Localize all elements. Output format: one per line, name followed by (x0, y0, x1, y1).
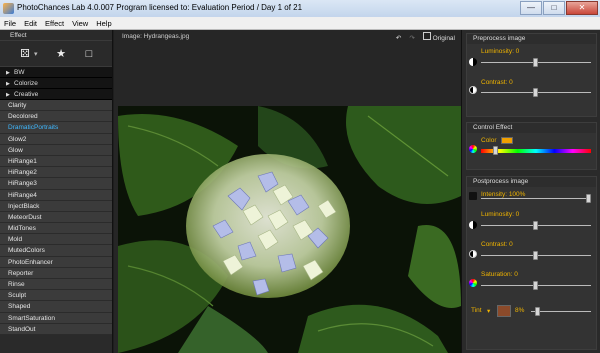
original-checkbox[interactable] (422, 32, 431, 40)
effect-list-item[interactable]: Decolored (0, 111, 112, 123)
tint-slider[interactable] (531, 311, 591, 312)
window-title: PhotoChances Lab 4.0.007 Program license… (17, 3, 303, 12)
postprocess-title: Postprocess image (467, 177, 596, 187)
category-label: Creative (14, 91, 39, 98)
contrast-icon (469, 250, 477, 258)
saturation-icon (469, 279, 477, 287)
menu-help[interactable]: Help (96, 19, 111, 28)
effect-list-item[interactable]: DramaticPortraits (0, 122, 112, 134)
effect-list-item[interactable]: HiRange4 (0, 189, 112, 201)
effect-list-item[interactable]: StandOut (0, 323, 112, 335)
effect-list-item[interactable]: Clarity (0, 100, 112, 112)
effect-panel: Effect ⚄ ▾ ★ □ ▶ BW ▶ Colorize ▶ Creative Cla… (0, 30, 113, 353)
preprocess-luminosity-label: Luminosity: 0 (481, 48, 520, 55)
intensity-slider[interactable] (481, 198, 591, 199)
luminosity-icon (469, 221, 477, 229)
category-list: ▶ BW ▶ Colorize ▶ Creative (0, 67, 112, 100)
effect-list-item[interactable]: Rinse (0, 279, 112, 291)
undo-icon[interactable]: ↶ (396, 32, 401, 46)
effect-list-item[interactable]: Glow (0, 144, 112, 156)
tint-label: Tint (471, 307, 482, 314)
color-swatch[interactable] (501, 137, 513, 144)
effect-list-item[interactable]: HiRange3 (0, 178, 112, 190)
saturation-thumb[interactable] (533, 281, 538, 290)
menu-bar: File Edit Effect View Help (0, 17, 600, 30)
category-label: BW (14, 69, 25, 76)
postprocess-luminosity-label: Luminosity: 0 (481, 211, 520, 218)
category-label: Colorize (14, 80, 38, 87)
preprocess-luminosity-thumb[interactable] (533, 58, 538, 67)
effect-list-item[interactable]: MutedColors (0, 245, 112, 257)
tint-thumb[interactable] (535, 307, 540, 316)
star-icon[interactable]: ★ (54, 47, 68, 61)
minimize-icon[interactable]: — (520, 1, 542, 15)
effect-toolbar: ⚄ ▾ ★ □ (0, 41, 112, 67)
tint-swatch[interactable] (497, 305, 511, 317)
effect-list-item[interactable]: Sculpt (0, 290, 112, 302)
menu-effect[interactable]: Effect (45, 19, 64, 28)
color-label: Color (481, 137, 497, 144)
maximize-icon[interactable]: □ (543, 1, 565, 15)
contrast-icon (469, 86, 477, 94)
chevron-down-icon[interactable]: ▾ (34, 50, 40, 58)
intensity-label: Intensity: 100% (481, 191, 526, 198)
postprocess-contrast-label: Contrast: 0 (481, 241, 513, 248)
effect-list-item[interactable]: Shaped (0, 301, 112, 313)
preprocess-title: Preprocess image (467, 34, 596, 44)
effect-list-item[interactable]: HiRange2 (0, 167, 112, 179)
title-bar: PhotoChances Lab 4.0.007 Program license… (0, 0, 600, 17)
effect-list-item[interactable]: Mold (0, 234, 112, 246)
hydrangea-photo (118, 106, 461, 353)
window-controls: — □ ✕ (520, 1, 598, 15)
image-header: Image: Hydrangeas.jpg ↶ ↷ Original (114, 30, 461, 45)
control-effect-group: Control Effect Color (466, 122, 597, 170)
effect-list-item[interactable]: InjectBlack (0, 200, 112, 212)
tint-dropdown-icon[interactable]: ▾ (487, 307, 490, 315)
preprocess-contrast-thumb[interactable] (533, 88, 538, 97)
menu-file[interactable]: File (4, 19, 16, 28)
image-area: Image: Hydrangeas.jpg ↶ ↷ Original (114, 30, 461, 353)
category-item[interactable]: ▶ Creative (0, 89, 112, 100)
saturation-label: Saturation: 0 (481, 271, 518, 278)
preprocess-contrast-label: Contrast: 0 (481, 79, 513, 86)
menu-edit[interactable]: Edit (24, 19, 37, 28)
image-canvas[interactable] (118, 106, 461, 353)
preprocess-group: Preprocess image Luminosity: 0 Contrast:… (466, 33, 597, 117)
effect-list-item[interactable]: PhotoEnhancer (0, 256, 112, 268)
image-label: Image: Hydrangeas.jpg (122, 33, 190, 40)
redo-icon[interactable]: ↷ (409, 32, 414, 46)
folder-icon[interactable]: □ (82, 47, 96, 61)
intensity-thumb[interactable] (586, 194, 591, 203)
color-wheel-icon (469, 145, 477, 153)
control-effect-title: Control Effect (467, 123, 596, 133)
effect-list-item[interactable]: Reporter (0, 267, 112, 279)
dice-icon[interactable]: ⚄ (18, 47, 32, 61)
effect-panel-title: Effect (0, 30, 112, 41)
effect-list-item[interactable]: SmartSaturation (0, 312, 112, 324)
category-item[interactable]: ▶ BW (0, 67, 112, 78)
category-item[interactable]: ▶ Colorize (0, 78, 112, 89)
postprocess-luminosity-thumb[interactable] (533, 221, 538, 230)
color-thumb[interactable] (493, 146, 498, 155)
postprocess-contrast-thumb[interactable] (533, 251, 538, 260)
intensity-icon (469, 192, 477, 200)
effect-list-item[interactable]: Glow2 (0, 133, 112, 145)
effect-list: Clarity Decolored DramaticPortraits Glow2 Gl… (0, 100, 112, 335)
effect-list-item[interactable]: HiRange1 (0, 155, 112, 168)
app-icon (3, 3, 14, 14)
original-label: Original (432, 35, 455, 42)
effect-list-item[interactable]: MeteorDust (0, 211, 112, 224)
effect-list-item[interactable]: MidTones (0, 223, 112, 235)
close-icon[interactable]: ✕ (566, 1, 598, 15)
postprocess-group: Postprocess image Intensity: 100% Lumino… (466, 176, 597, 350)
menu-view[interactable]: View (72, 19, 88, 28)
tint-percent: 8% (515, 307, 525, 314)
luminosity-icon (469, 58, 477, 66)
adjustment-panel: Preprocess image Luminosity: 0 Contrast:… (461, 30, 600, 353)
